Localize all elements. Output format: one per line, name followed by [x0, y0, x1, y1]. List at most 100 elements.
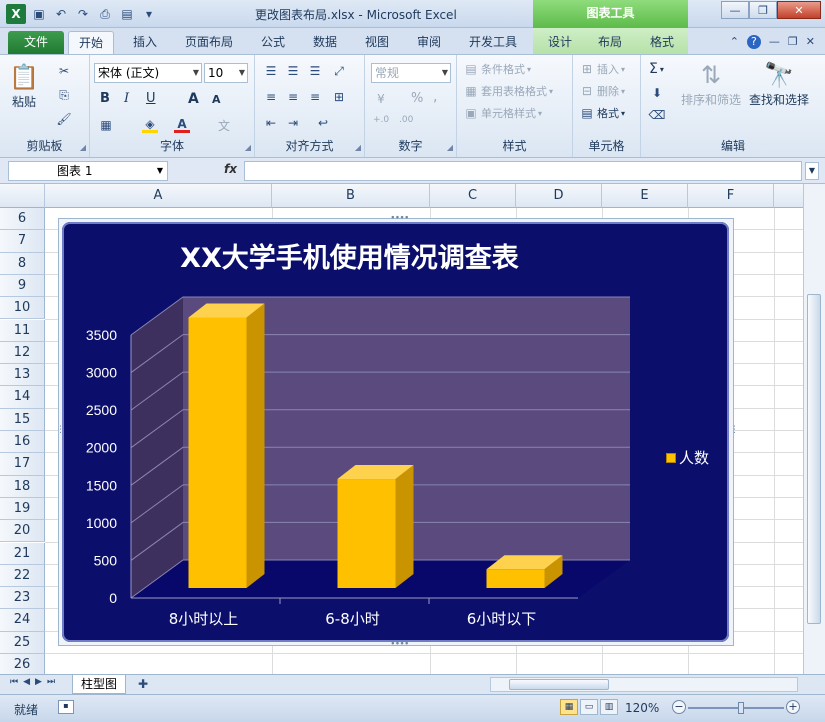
- normal-view-icon[interactable]: ▦: [560, 699, 578, 715]
- align-top-button[interactable]: ☰: [263, 63, 279, 79]
- excel-logo-icon[interactable]: X: [6, 4, 26, 24]
- currency-button[interactable]: ¥: [373, 91, 389, 107]
- align-left-button[interactable]: ≡: [263, 89, 279, 105]
- increase-decimal-button[interactable]: +.0: [373, 115, 389, 125]
- decrease-indent-button[interactable]: ⇤: [263, 115, 279, 131]
- grow-font-button[interactable]: A: [188, 91, 199, 107]
- clipboard-launcher-icon[interactable]: ◢: [80, 143, 86, 152]
- align-right-button[interactable]: ≡: [307, 89, 323, 105]
- minimize-ribbon-icon[interactable]: ⌃: [730, 35, 739, 49]
- row-header[interactable]: 6: [0, 208, 45, 231]
- format-painter-button[interactable]: 🖌: [56, 111, 72, 127]
- row-header[interactable]: 20: [0, 520, 45, 543]
- decrease-decimal-button[interactable]: .00: [399, 115, 413, 125]
- scroll-thumb[interactable]: [509, 679, 609, 690]
- zoom-in-icon[interactable]: +: [786, 700, 800, 714]
- tab-view[interactable]: 视图: [356, 31, 398, 54]
- copy-button[interactable]: ⎘: [56, 87, 72, 103]
- formula-input[interactable]: [244, 161, 802, 181]
- row-header[interactable]: 25: [0, 631, 45, 654]
- row-header[interactable]: 10: [0, 297, 45, 320]
- redo-icon[interactable]: ↷: [74, 5, 92, 23]
- sort-filter-button[interactable]: ⇅ 排序和筛选: [679, 59, 743, 108]
- tab-formulas[interactable]: 公式: [252, 31, 294, 54]
- tab-developer[interactable]: 开发工具: [460, 31, 526, 54]
- format-cells-button[interactable]: ▤ 格式 ▾: [579, 105, 625, 121]
- column-header-f[interactable]: F: [688, 184, 774, 208]
- shrink-font-button[interactable]: A: [212, 93, 221, 106]
- column-header-b[interactable]: B: [272, 184, 430, 208]
- row-header[interactable]: 18: [0, 475, 45, 498]
- horizontal-scrollbar[interactable]: [490, 677, 798, 692]
- row-header[interactable]: 22: [0, 564, 45, 588]
- paste-button[interactable]: 📋 粘贴: [8, 61, 40, 110]
- new-sheet-icon[interactable]: ✚: [138, 677, 148, 691]
- tab-home[interactable]: 开始: [68, 31, 114, 54]
- row-header[interactable]: 24: [0, 609, 45, 632]
- find-select-button[interactable]: 🔭 查找和选择: [747, 59, 811, 108]
- number-format-combo[interactable]: 常规 ▼: [371, 63, 451, 83]
- row-header[interactable]: 17: [0, 453, 45, 476]
- conditional-format-button[interactable]: ▤ 条件格式 ▾: [463, 61, 531, 77]
- format-as-table-button[interactable]: ▦ 套用表格格式 ▾: [463, 83, 553, 99]
- column-header-c[interactable]: C: [430, 184, 516, 208]
- chart-title[interactable]: XX大学手机使用情况调查表: [62, 236, 637, 275]
- bold-button[interactable]: B: [100, 91, 110, 106]
- customize-qat-icon[interactable]: ▾: [140, 5, 158, 23]
- delete-cells-button[interactable]: ⊟ 删除 ▾: [579, 83, 625, 99]
- cell-styles-button[interactable]: ▣ 单元格样式 ▾: [463, 105, 542, 121]
- doc-close-icon[interactable]: ✕: [806, 35, 815, 49]
- column-header-d[interactable]: D: [516, 184, 602, 208]
- orientation-button[interactable]: ⤢: [331, 63, 347, 79]
- font-launcher-icon[interactable]: ◢: [245, 143, 251, 152]
- minimize-icon[interactable]: —: [721, 1, 749, 19]
- align-center-button[interactable]: ≡: [285, 89, 301, 105]
- function-icon[interactable]: fx: [224, 162, 237, 176]
- font-color-button[interactable]: A: [174, 117, 190, 133]
- align-bottom-button[interactable]: ☰: [307, 63, 323, 79]
- font-size-combo[interactable]: 10 ▼: [204, 63, 248, 83]
- underline-button[interactable]: U: [146, 91, 156, 106]
- alignment-launcher-icon[interactable]: ◢: [355, 143, 361, 152]
- save-icon[interactable]: ▣: [30, 5, 48, 23]
- column-header-a[interactable]: A: [45, 184, 272, 208]
- row-header[interactable]: 13: [0, 364, 45, 387]
- column-header-e[interactable]: E: [602, 184, 688, 208]
- print-icon[interactable]: ⎙: [96, 5, 114, 23]
- fill-color-button[interactable]: ◈: [142, 117, 158, 133]
- restore-icon[interactable]: ❐: [749, 1, 777, 19]
- wrap-text-button[interactable]: ↩: [315, 115, 331, 131]
- fill-button[interactable]: ⬇: [649, 85, 665, 101]
- row-header[interactable]: 16: [0, 431, 45, 454]
- percent-button[interactable]: %: [411, 91, 423, 106]
- macro-record-icon[interactable]: ▪: [58, 700, 74, 714]
- font-name-combo[interactable]: 宋体 (正文) ▼: [94, 63, 202, 83]
- tab-layout[interactable]: 布局: [590, 31, 630, 54]
- scroll-thumb[interactable]: [807, 294, 821, 624]
- row-header[interactable]: 11: [0, 319, 45, 342]
- select-all-corner[interactable]: [0, 184, 45, 208]
- row-header[interactable]: 8: [0, 252, 45, 275]
- tab-file[interactable]: 文件: [8, 31, 64, 54]
- tab-insert[interactable]: 插入: [122, 31, 168, 54]
- page-break-view-icon[interactable]: ▥: [600, 699, 618, 715]
- row-header[interactable]: 14: [0, 386, 45, 409]
- phonetic-button[interactable]: 文: [216, 117, 232, 133]
- border-button[interactable]: ▦: [98, 117, 114, 133]
- zoom-knob[interactable]: [738, 702, 744, 714]
- row-header[interactable]: 7: [0, 230, 45, 253]
- print-preview-icon[interactable]: ▤: [118, 5, 136, 23]
- chart-legend[interactable]: 人数: [666, 447, 709, 468]
- row-header[interactable]: 9: [0, 274, 45, 298]
- zoom-slider[interactable]: − +: [672, 700, 802, 716]
- chart-area[interactable]: [62, 222, 729, 642]
- merge-button[interactable]: ⊞: [331, 89, 347, 105]
- align-middle-button[interactable]: ☰: [285, 63, 301, 79]
- help-icon[interactable]: ?: [746, 35, 761, 49]
- tab-review[interactable]: 审阅: [408, 31, 450, 54]
- comma-button[interactable]: ,: [433, 89, 437, 105]
- sheet-tab-active[interactable]: 柱型图: [72, 675, 127, 694]
- page-layout-view-icon[interactable]: ▭: [580, 699, 598, 715]
- name-box[interactable]: 图表 1 ▼: [8, 161, 168, 181]
- zoom-out-icon[interactable]: −: [672, 700, 686, 714]
